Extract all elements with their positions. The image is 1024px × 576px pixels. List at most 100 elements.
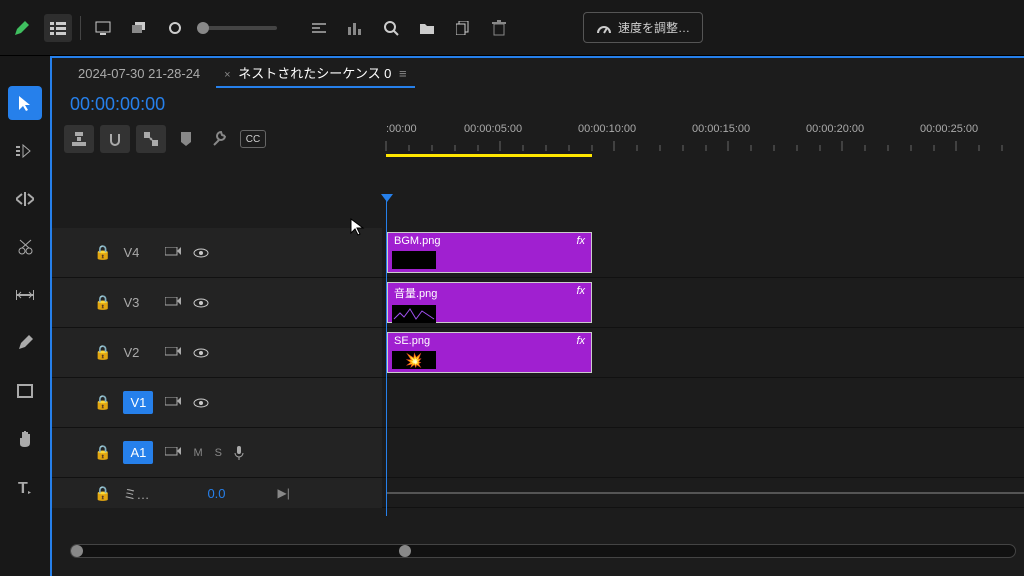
- ruler-tick-1: 00:00:05:00: [464, 123, 522, 135]
- timeline-controls: CC :00:00 00:00:05:00 00:00:10:00 00:00:…: [52, 121, 1024, 157]
- mix-line: [387, 492, 1024, 494]
- fx-badge: fx: [576, 335, 585, 347]
- tool-column: T▸: [0, 56, 50, 576]
- clip-thumbnail: 💥: [392, 351, 436, 369]
- mic-icon[interactable]: [234, 446, 244, 460]
- solo-button[interactable]: S: [215, 447, 222, 459]
- menu-icon[interactable]: ≡: [399, 66, 407, 81]
- clip-bgm[interactable]: BGM.png fx: [387, 232, 592, 273]
- track-v1: 🔒 V1: [52, 378, 1024, 428]
- toggle-sync-icon[interactable]: [165, 347, 181, 359]
- ruler-tick-2: 00:00:10:00: [578, 123, 636, 135]
- copy-icon[interactable]: [449, 14, 477, 42]
- playhead[interactable]: [386, 200, 387, 516]
- pen-tool[interactable]: [8, 326, 42, 360]
- eye-icon[interactable]: [193, 298, 209, 308]
- rectangle-tool[interactable]: [8, 374, 42, 408]
- zoom-slider[interactable]: [197, 26, 277, 30]
- clip-label: SE.png: [394, 335, 430, 347]
- circle-icon[interactable]: [161, 14, 189, 42]
- lock-icon[interactable]: 🔒: [94, 344, 111, 361]
- work-area-bar[interactable]: [386, 154, 592, 157]
- track-label-v3[interactable]: V3: [123, 295, 153, 310]
- toggle-sync-icon[interactable]: [165, 447, 181, 459]
- track-label-v4[interactable]: V4: [123, 245, 153, 260]
- eye-icon[interactable]: [193, 348, 209, 358]
- tab-sequence-1[interactable]: 2024-07-30 21-28-24: [70, 62, 208, 85]
- snap-icon[interactable]: [100, 125, 130, 153]
- track-a1: 🔒 A1 M S: [52, 428, 1024, 478]
- tick-marks: [382, 141, 1024, 151]
- selection-tool[interactable]: [8, 86, 42, 120]
- align-icon[interactable]: [305, 14, 333, 42]
- ripple-tool[interactable]: [8, 182, 42, 216]
- tracks-area: 🔒 V4 BGM.png fx 🔒 V3: [52, 228, 1024, 526]
- speed-label: 速度を調整…: [618, 19, 690, 36]
- toggle-sync-icon[interactable]: [165, 297, 181, 309]
- track-v3: 🔒 V3 音量.png fx: [52, 278, 1024, 328]
- search-icon[interactable]: [377, 14, 405, 42]
- captions-icon[interactable]: CC: [240, 130, 266, 148]
- razor-tool[interactable]: [8, 230, 42, 264]
- close-icon[interactable]: ×: [224, 69, 230, 81]
- hand-tool[interactable]: [8, 422, 42, 456]
- clip-thumbnail: [392, 305, 436, 323]
- mix-value[interactable]: 0.0: [207, 486, 225, 501]
- sequence-tabs: 2024-07-30 21-28-24 × ネストされたシーケンス 0 ≡: [52, 58, 1024, 88]
- pencil-icon[interactable]: [8, 14, 36, 42]
- timeline-panel: 2024-07-30 21-28-24 × ネストされたシーケンス 0 ≡ 00…: [50, 56, 1024, 576]
- mute-button[interactable]: M: [193, 447, 202, 459]
- stack-icon[interactable]: [125, 14, 153, 42]
- toggle-sync-icon[interactable]: [165, 247, 181, 259]
- ruler-tick-3: 00:00:15:00: [692, 123, 750, 135]
- track-v4: 🔒 V4 BGM.png fx: [52, 228, 1024, 278]
- track-label-mix[interactable]: ミ…: [123, 484, 153, 503]
- nest-icon[interactable]: [64, 125, 94, 153]
- fx-badge: fx: [576, 235, 585, 247]
- track-label-v1[interactable]: V1: [123, 391, 153, 414]
- clip-thumbnail: [392, 251, 436, 269]
- clip-se[interactable]: SE.png fx 💥: [387, 332, 592, 373]
- monitor-icon[interactable]: [89, 14, 117, 42]
- track-label-v2[interactable]: V2: [123, 345, 153, 360]
- slip-tool[interactable]: [8, 278, 42, 312]
- lock-icon[interactable]: 🔒: [94, 444, 111, 461]
- folder-icon[interactable]: [413, 14, 441, 42]
- lock-icon[interactable]: 🔒: [94, 244, 111, 261]
- lock-icon[interactable]: 🔒: [94, 394, 111, 411]
- clip-label: BGM.png: [394, 235, 440, 247]
- skip-icon[interactable]: ▶|: [278, 486, 290, 500]
- main-area: T▸ 2024-07-30 21-28-24 × ネストされたシーケンス 0 ≡…: [0, 56, 1024, 576]
- fx-badge: fx: [576, 285, 585, 301]
- gauge-icon: [596, 21, 612, 35]
- track-label-a1[interactable]: A1: [123, 441, 153, 464]
- toggle-sync-icon[interactable]: [165, 397, 181, 409]
- lock-icon[interactable]: 🔒: [94, 294, 111, 311]
- type-tool[interactable]: T▸: [8, 470, 42, 504]
- list-icon[interactable]: [44, 14, 72, 42]
- wrench-icon[interactable]: [206, 125, 234, 153]
- timecode-display[interactable]: 00:00:00:00: [52, 88, 1024, 121]
- lock-icon[interactable]: 🔒: [94, 485, 111, 502]
- ruler-tick-0: :00:00: [386, 123, 417, 135]
- timeline-scrollbar[interactable]: [70, 544, 1016, 558]
- scrollbar-thumb[interactable]: [71, 545, 411, 557]
- speed-button[interactable]: 速度を調整…: [583, 12, 703, 43]
- eye-icon[interactable]: [193, 398, 209, 408]
- svg-text:▸: ▸: [28, 490, 31, 495]
- time-ruler[interactable]: :00:00 00:00:05:00 00:00:10:00 00:00:15:…: [382, 121, 1024, 157]
- linked-selection-icon[interactable]: [136, 125, 166, 153]
- eye-icon[interactable]: [193, 248, 209, 258]
- track-select-tool[interactable]: [8, 134, 42, 168]
- bars-icon[interactable]: [341, 14, 369, 42]
- ruler-tick-5: 00:00:25:00: [920, 123, 978, 135]
- top-toolbar: 速度を調整…: [0, 0, 1024, 56]
- tab-sequence-nested[interactable]: × ネストされたシーケンス 0 ≡: [216, 59, 414, 88]
- clip-label: 音量.png: [394, 285, 437, 301]
- svg-text:T: T: [18, 480, 28, 495]
- track-mix: 🔒 ミ… 0.0 ▶|: [52, 478, 1024, 508]
- track-v2: 🔒 V2 SE.png fx 💥: [52, 328, 1024, 378]
- clip-volume[interactable]: 音量.png fx: [387, 282, 592, 323]
- marker-icon[interactable]: [172, 125, 200, 153]
- trash-icon[interactable]: [485, 14, 513, 42]
